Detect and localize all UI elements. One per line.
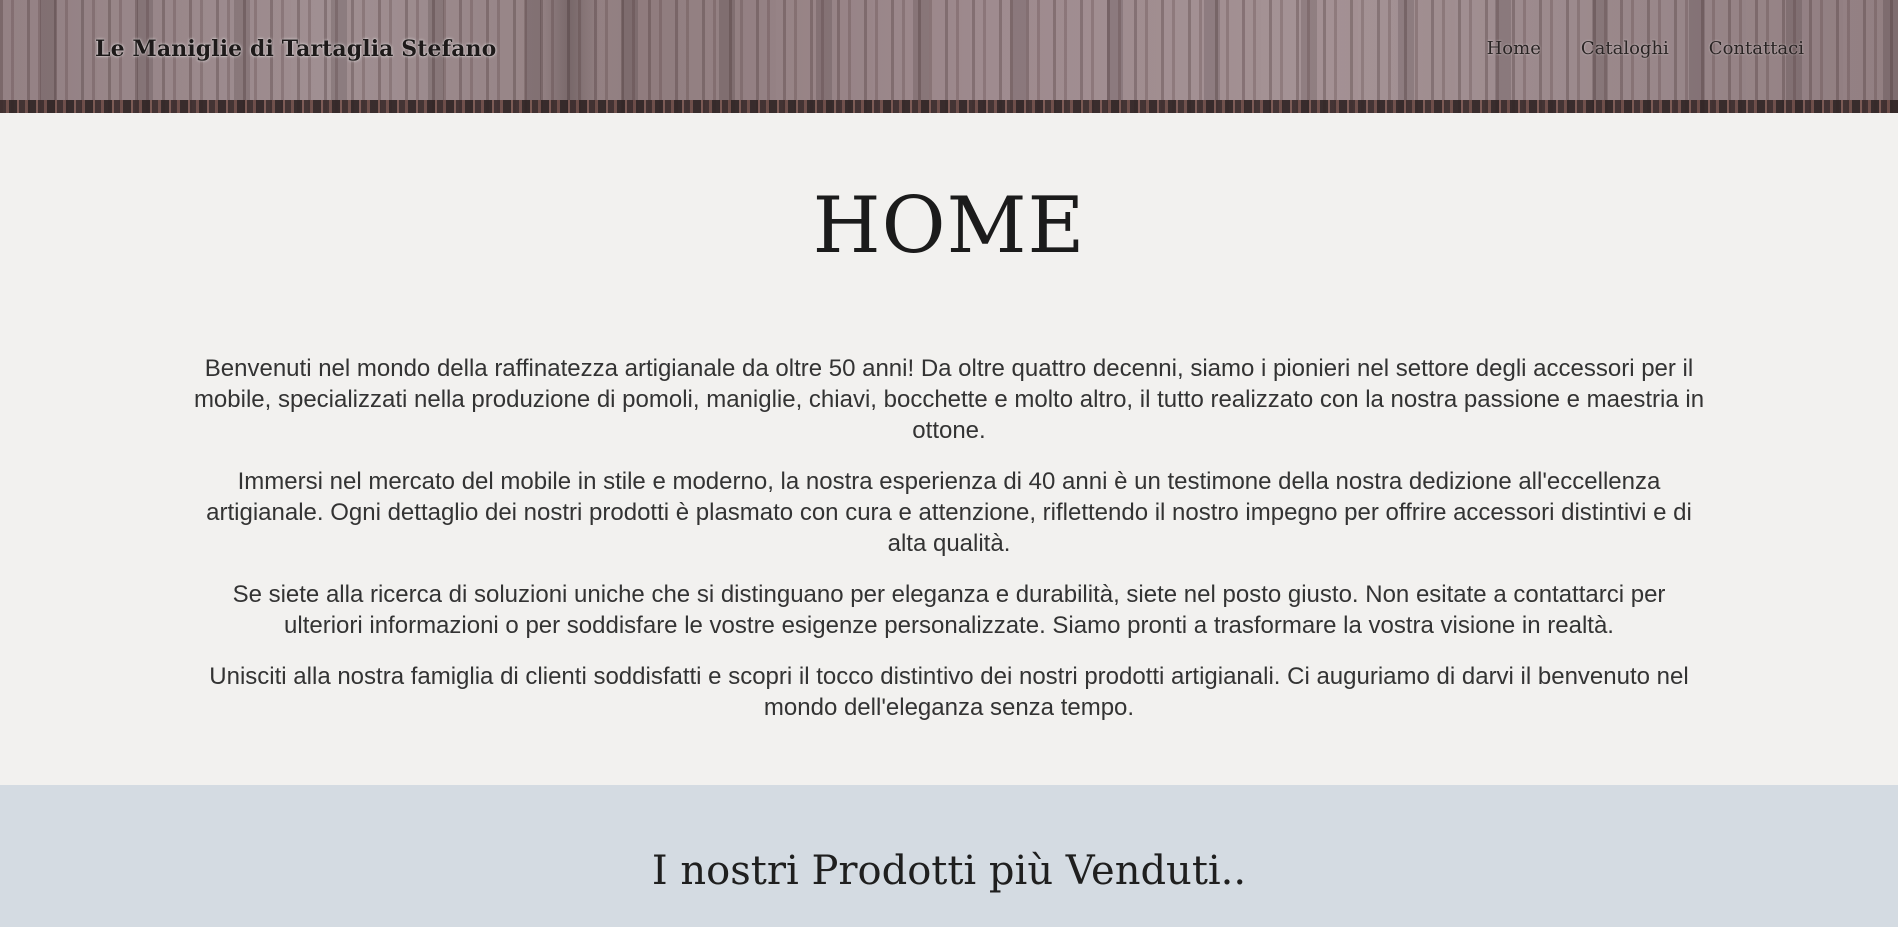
intro-paragraph-1: Benvenuti nel mondo della raffinatezza a… [193,355,1705,444]
intro-text: Benvenuti nel mondo della raffinatezza a… [190,353,1708,743]
bestsellers-title: I nostri Prodotti più Venduti.. [651,848,1247,894]
intro-paragraph-4: Unisciti alla nostra famiglia di clienti… [209,663,1689,721]
nav-contattaci-link[interactable]: Contattaci [1709,38,1804,59]
site-header: Le Maniglie di Tartaglia Stefano Home Ca… [0,0,1898,113]
brand-logo-text[interactable]: Le Maniglie di Tartaglia Stefano [95,36,496,62]
page-title: HOME [812,181,1086,271]
intro-section: HOME Benvenuti nel mondo della raffinate… [0,113,1898,785]
bestsellers-section: I nostri Prodotti più Venduti.. [0,785,1898,927]
intro-paragraph-3: Se siete alla ricerca di soluzioni unich… [232,581,1666,639]
nav-home-link[interactable]: Home [1487,38,1541,59]
intro-paragraph-2: Immersi nel mercato del mobile in stile … [206,468,1692,557]
nav-cataloghi-link[interactable]: Cataloghi [1581,38,1669,59]
main-nav: Home Cataloghi Contattaci [1487,38,1804,59]
